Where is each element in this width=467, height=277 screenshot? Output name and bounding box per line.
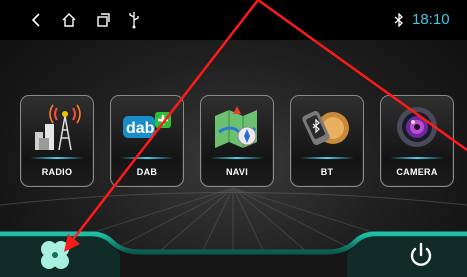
power-button[interactable] <box>406 240 436 270</box>
bluetooth-icon <box>394 12 404 32</box>
four-leaf-apps-icon <box>41 241 69 269</box>
tile-glow-line <box>300 157 354 159</box>
tile-label: RADIO <box>41 167 73 177</box>
tile-glow-line <box>120 157 174 159</box>
tile-glow-line <box>210 157 264 159</box>
tile-glow-line <box>30 157 84 159</box>
car-head-unit-home-screen: 18:10 RADIO dab DAB NAVI BT CAMERA <box>0 0 467 277</box>
tile-label: NAVI <box>225 167 249 177</box>
recents-icon[interactable] <box>93 10 113 30</box>
clock: 18:10 <box>412 11 450 28</box>
camera-lens-icon <box>397 107 437 147</box>
navi-app-tile[interactable]: NAVI <box>200 95 274 187</box>
tile-glow-line <box>390 157 444 159</box>
bt-app-tile[interactable]: BT <box>290 95 364 187</box>
tile-label: CAMERA <box>396 167 438 177</box>
tile-label: BT <box>320 167 334 177</box>
dab-plus-icon: dab <box>123 112 171 138</box>
radio-tower-icon <box>35 104 81 151</box>
bluetooth-phone-icon <box>302 111 349 145</box>
app-launcher-button[interactable] <box>38 238 72 272</box>
back-icon[interactable] <box>26 10 46 30</box>
power-icon <box>410 242 432 266</box>
usb-icon <box>124 10 144 30</box>
radio-app-tile[interactable]: RADIO <box>20 95 94 187</box>
svg-text:dab: dab <box>126 120 155 137</box>
status-bar: 18:10 <box>0 0 467 40</box>
navigation-map-icon <box>215 106 257 148</box>
camera-app-tile[interactable]: CAMERA <box>380 95 454 187</box>
home-icon[interactable] <box>59 10 79 30</box>
tile-label: DAB <box>136 167 158 177</box>
dab-app-tile[interactable]: dab DAB <box>110 95 184 187</box>
